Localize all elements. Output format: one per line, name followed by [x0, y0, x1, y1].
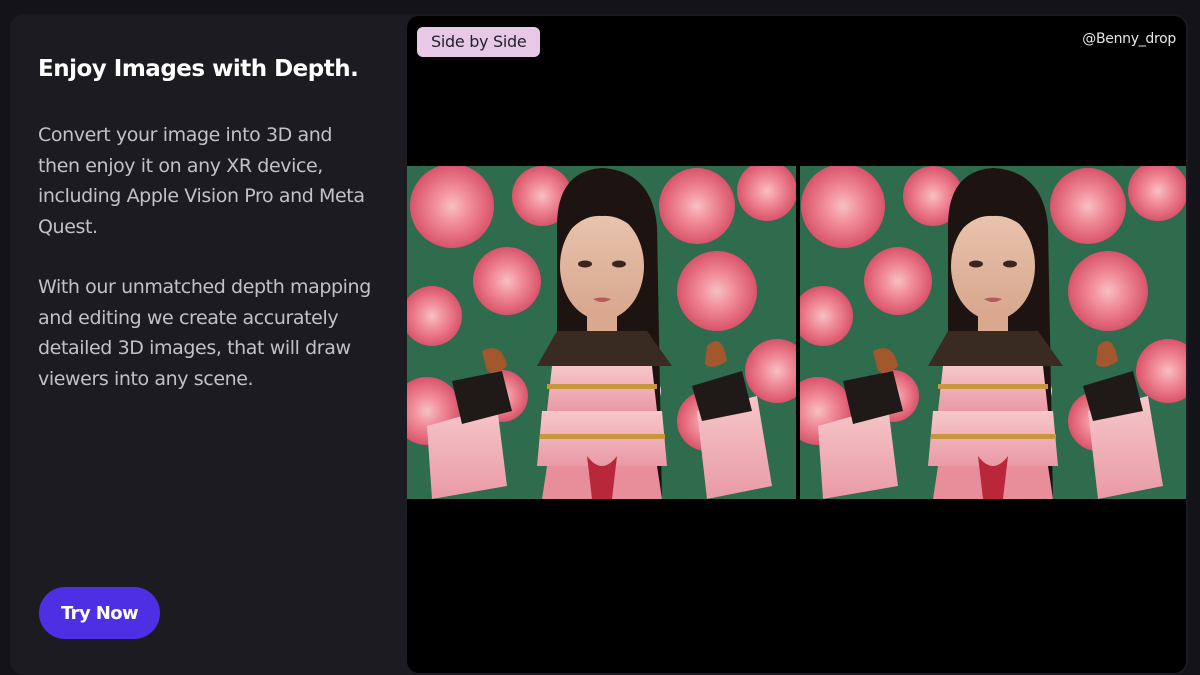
- image-viewer: Side by Side @Benny_drop: [407, 16, 1186, 673]
- stereo-image-left: [407, 166, 796, 499]
- promo-description-1: Convert your image into 3D and then enjo…: [38, 124, 365, 238]
- try-now-button[interactable]: Try Now: [39, 587, 160, 639]
- promo-description-2: With our unmatched depth mapping and edi…: [38, 276, 371, 390]
- stereo-image-pair: [407, 166, 1186, 499]
- promo-text-panel: Enjoy Images with Depth. Convert your im…: [38, 56, 378, 394]
- stereo-image-right: [800, 166, 1186, 499]
- image-credit: @Benny_drop: [1082, 31, 1176, 47]
- promo-title: Enjoy Images with Depth.: [38, 56, 359, 82]
- view-mode-badge: Side by Side: [417, 27, 541, 57]
